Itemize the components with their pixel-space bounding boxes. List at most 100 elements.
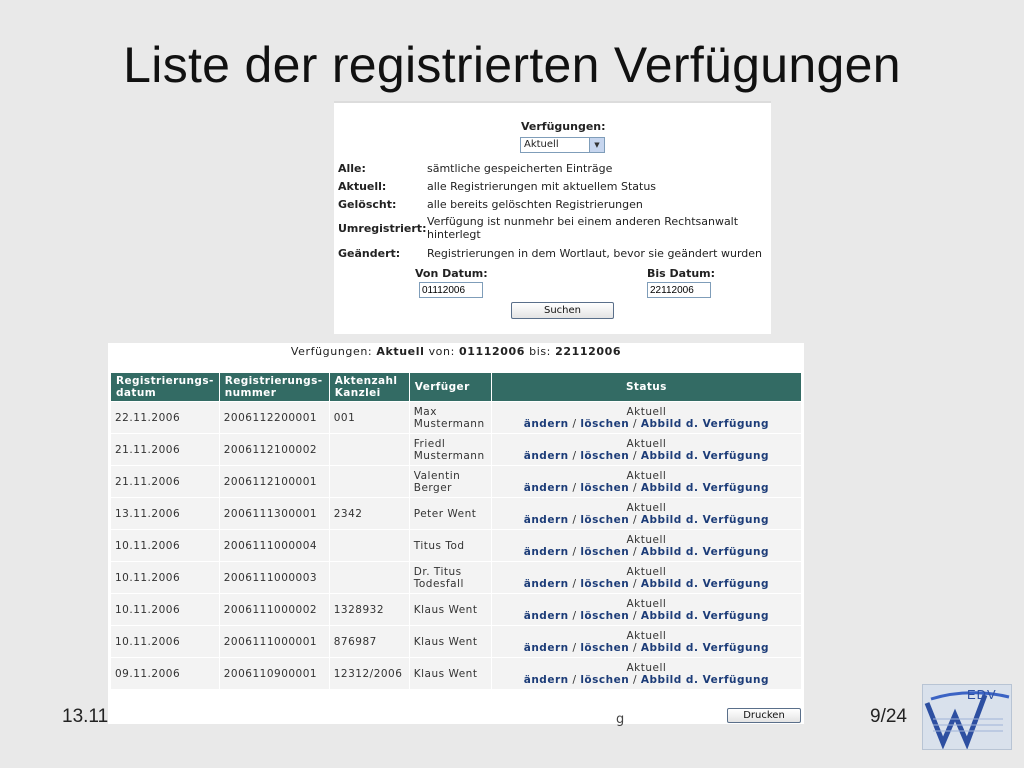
- column-header[interactable]: Status: [490, 372, 803, 402]
- verfuegungen-label: Verfügungen:: [521, 120, 606, 133]
- row-date: 10.11.2006: [110, 529, 220, 562]
- row-status: Aktuell: [626, 629, 667, 642]
- row-status: Aktuell: [626, 661, 667, 674]
- row-status: Aktuell: [626, 565, 667, 578]
- image-link[interactable]: Abbild d. Verfügung: [641, 450, 769, 462]
- row-date: 10.11.2006: [110, 625, 220, 658]
- delete-link[interactable]: löschen: [580, 418, 629, 430]
- row-file: [328, 561, 410, 594]
- definition-term: Umregistriert:: [338, 222, 427, 235]
- row-actions: ändern / löschen / Abbild d. Verfügung: [523, 609, 769, 622]
- change-link[interactable]: ändern: [524, 610, 569, 622]
- status-select[interactable]: Aktuell ▼: [520, 137, 605, 153]
- row-date: 10.11.2006: [110, 593, 220, 626]
- row-file: 1328932: [328, 593, 410, 626]
- column-header[interactable]: Registrierungs-nummer: [218, 372, 330, 402]
- row-person: Peter Went: [408, 497, 492, 530]
- row-person: Dr. Titus Todesfall: [408, 561, 492, 594]
- row-status-cell: Aktuell ändern / löschen / Abbild d. Verf…: [490, 529, 803, 562]
- row-file: 2342: [328, 497, 410, 530]
- change-link[interactable]: ändern: [524, 514, 569, 526]
- row-number: 2006112200001: [218, 401, 330, 434]
- table-row: 10.11.2006 2006111000002 1328932 Klaus Went…: [110, 593, 803, 626]
- row-date: 10.11.2006: [110, 561, 220, 594]
- summary-prefix: Verfügungen:: [290, 345, 377, 358]
- row-number: 2006111000004: [218, 529, 330, 562]
- von-datum-input[interactable]: [419, 282, 483, 298]
- logo-text: EDV: [967, 687, 997, 702]
- row-actions: ändern / löschen / Abbild d. Verfügung: [523, 417, 769, 430]
- filter-panel: Verfügungen: Aktuell ▼ Alle: sämtliche g…: [334, 101, 771, 334]
- image-link[interactable]: Abbild d. Verfügung: [641, 674, 769, 686]
- delete-link[interactable]: löschen: [580, 546, 629, 558]
- row-status-cell: Aktuell ändern / löschen / Abbild d. Verf…: [490, 657, 803, 690]
- row-actions: ändern / löschen / Abbild d. Verfügung: [523, 481, 769, 494]
- row-actions: ändern / löschen / Abbild d. Verfügung: [523, 545, 769, 558]
- table-row: 13.11.2006 2006111300001 2342 Peter Went Akt…: [110, 497, 803, 530]
- change-link[interactable]: ändern: [524, 642, 569, 654]
- definition-desc: Verfügung ist nunmehr bei einem anderen …: [427, 215, 739, 241]
- image-link[interactable]: Abbild d. Verfügung: [641, 482, 769, 494]
- definition-desc: sämtliche gespeicherten Einträge: [427, 162, 613, 175]
- change-link[interactable]: ändern: [524, 578, 569, 590]
- bis-datum-input[interactable]: [647, 282, 711, 298]
- change-link[interactable]: ändern: [524, 418, 569, 430]
- delete-link[interactable]: löschen: [580, 514, 629, 526]
- table-row: 09.11.2006 2006110900001 12312/2006 Klaus W…: [110, 657, 803, 690]
- row-file: 001: [328, 401, 410, 434]
- row-status: Aktuell: [626, 405, 667, 418]
- bis-datum-label: Bis Datum:: [647, 267, 716, 280]
- definition-term: Gelöscht:: [338, 198, 397, 211]
- image-link[interactable]: Abbild d. Verfügung: [641, 642, 769, 654]
- image-link[interactable]: Abbild d. Verfügung: [641, 578, 769, 590]
- column-header[interactable]: Registrierungs-datum: [110, 372, 220, 402]
- row-status-cell: Aktuell ändern / löschen / Abbild d. Verf…: [490, 433, 803, 466]
- table-row: 10.11.2006 2006111000001 876987 Klaus Went A…: [110, 625, 803, 658]
- table-row: 21.11.2006 2006112100001 Valentin Berger Ak…: [110, 465, 803, 498]
- status-select-value: Aktuell: [524, 139, 559, 150]
- print-button[interactable]: Drucken: [727, 708, 801, 723]
- row-status-cell: Aktuell ändern / löschen / Abbild d. Verf…: [490, 561, 803, 594]
- change-link[interactable]: ändern: [524, 546, 569, 558]
- summary-von: 01112006: [458, 345, 526, 358]
- change-link[interactable]: ändern: [524, 482, 569, 494]
- image-link[interactable]: Abbild d. Verfügung: [641, 546, 769, 558]
- results-summary: Verfügungen: Aktuell von: 01112006 bis: …: [108, 345, 804, 358]
- results-panel: Verfügungen: Aktuell von: 01112006 bis: …: [108, 343, 804, 724]
- row-actions: ändern / löschen / Abbild d. Verfügung: [523, 577, 769, 590]
- row-person: Klaus Went: [408, 657, 492, 690]
- image-link[interactable]: Abbild d. Verfügung: [641, 514, 769, 526]
- delete-link[interactable]: löschen: [580, 450, 629, 462]
- delete-link[interactable]: löschen: [580, 642, 629, 654]
- row-number: 2006111000003: [218, 561, 330, 594]
- delete-link[interactable]: löschen: [580, 578, 629, 590]
- change-link[interactable]: ändern: [524, 450, 569, 462]
- delete-link[interactable]: löschen: [580, 482, 629, 494]
- image-link[interactable]: Abbild d. Verfügung: [641, 610, 769, 622]
- row-actions: ändern / löschen / Abbild d. Verfügung: [523, 449, 769, 462]
- column-header[interactable]: Verfüger: [408, 372, 492, 402]
- row-number: 2006112100002: [218, 433, 330, 466]
- search-button[interactable]: Suchen: [511, 302, 614, 319]
- von-datum-label: Von Datum:: [415, 267, 488, 280]
- table-row: 10.11.2006 2006111000004 Titus Tod Aktuell ä…: [110, 529, 803, 562]
- edv-logo: EDV: [922, 684, 1012, 750]
- change-link[interactable]: ändern: [524, 674, 569, 686]
- chevron-down-icon[interactable]: ▼: [589, 138, 604, 152]
- row-person: Max Mustermann: [408, 401, 492, 434]
- image-link[interactable]: Abbild d. Verfügung: [641, 418, 769, 430]
- definition-term: Alle:: [338, 162, 366, 175]
- results-table: Registrierungs-datum Registrierungs-numm…: [110, 372, 803, 690]
- delete-link[interactable]: löschen: [580, 674, 629, 686]
- row-status-cell: Aktuell ändern / löschen / Abbild d. Verf…: [490, 497, 803, 530]
- footer-text: g: [616, 712, 625, 727]
- definition-term: Geändert:: [338, 247, 401, 260]
- row-file: [328, 465, 410, 498]
- row-number: 2006112100001: [218, 465, 330, 498]
- column-header[interactable]: Aktenzahl Kanzlei: [328, 372, 410, 402]
- delete-link[interactable]: löschen: [580, 610, 629, 622]
- row-date: 21.11.2006: [110, 465, 220, 498]
- row-actions: ändern / löschen / Abbild d. Verfügung: [523, 641, 769, 654]
- row-number: 2006111000001: [218, 625, 330, 658]
- row-status-cell: Aktuell ändern / löschen / Abbild d. Verf…: [490, 401, 803, 434]
